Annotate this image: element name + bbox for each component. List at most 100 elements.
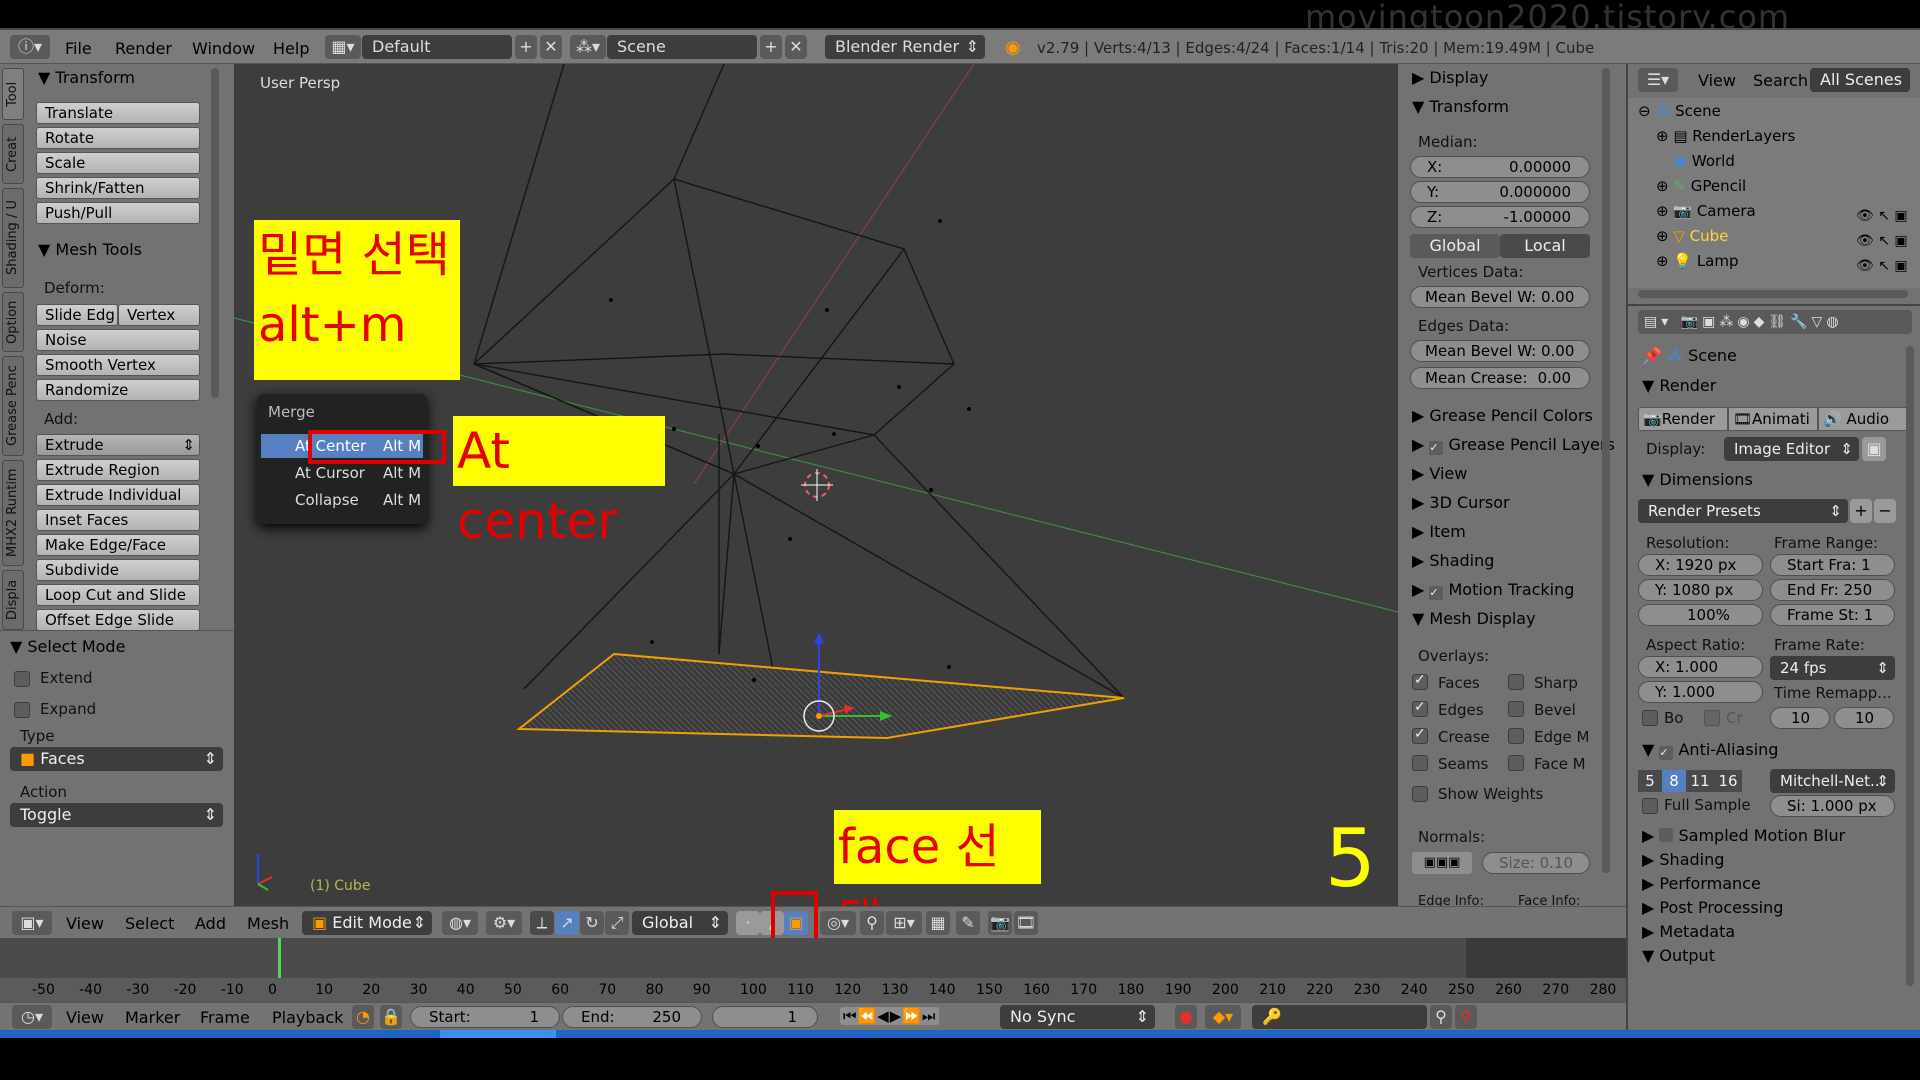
- menu-render[interactable]: Render: [115, 39, 172, 58]
- sharp-checkbox[interactable]: [1508, 674, 1524, 690]
- median-z-field[interactable]: Z: -1.00000: [1410, 206, 1590, 228]
- filter-size-field[interactable]: Si: 1.000 px: [1770, 795, 1895, 817]
- tab-tool[interactable]: Tool: [2, 68, 24, 120]
- border-checkbox[interactable]: [1642, 710, 1658, 726]
- add-preset-icon[interactable]: +: [1850, 499, 1872, 523]
- aa-samples-16[interactable]: 16: [1714, 770, 1742, 792]
- shrink-fatten-button[interactable]: Shrink/Fatten: [36, 177, 200, 199]
- outliner-item-renderlayers[interactable]: ⊕ ▤ RenderLayers: [1656, 127, 1795, 145]
- current-frame-line[interactable]: [278, 938, 281, 978]
- sync-select[interactable]: No Sync ⇕: [1000, 1005, 1155, 1029]
- action-select[interactable]: Toggle ⇕: [10, 803, 223, 827]
- aspect-x-field[interactable]: X: 1.000: [1638, 656, 1763, 678]
- viewport-menu-view[interactable]: View: [66, 914, 104, 933]
- render-panel-header[interactable]: ▼ Render: [1642, 376, 1716, 395]
- mean-bevel-edge-field[interactable]: Mean Bevel W: 0.00: [1410, 340, 1590, 362]
- merge-at-cursor-item[interactable]: At Cursor Alt M: [261, 461, 423, 485]
- editor-type-button[interactable]: ⓘ▾: [10, 35, 50, 59]
- end-frame-field[interactable]: End: 250: [562, 1006, 702, 1028]
- tab-options[interactable]: Option: [2, 292, 24, 352]
- mode-select[interactable]: ▣ Edit Mode ⇕: [302, 911, 432, 935]
- visibility-icons[interactable]: 👁 ↖ ▣ 👁 ↖ ▣ 👁 ↖ ▣: [1856, 204, 1908, 279]
- scale-manipulator-icon[interactable]: ⤢: [605, 911, 629, 935]
- display-lock-icon[interactable]: ▣: [1862, 437, 1886, 461]
- delete-keyframe-icon[interactable]: ⚲: [1455, 1005, 1477, 1029]
- outliner-menu-view[interactable]: View: [1698, 71, 1736, 90]
- offset-edge-slide-button[interactable]: Offset Edge Slide: [36, 609, 200, 631]
- outliner-item-scene[interactable]: ⊖ ⁂ Scene: [1638, 102, 1721, 120]
- smooth-vertex-button[interactable]: Smooth Vertex: [36, 354, 200, 376]
- motion-tracking-header[interactable]: ▶ ✓ Motion Tracking: [1412, 580, 1574, 600]
- median-x-field[interactable]: X: 0.00000: [1410, 156, 1590, 178]
- extend-checkbox[interactable]: [14, 671, 30, 687]
- local-toggle[interactable]: Local: [1500, 234, 1590, 258]
- transform-n-header[interactable]: ▼ Transform: [1412, 97, 1509, 116]
- aa-samples-5[interactable]: 5: [1638, 770, 1662, 792]
- timeline-editor-type-button[interactable]: ◷▾: [12, 1005, 52, 1029]
- timeline-menu-marker[interactable]: Marker: [125, 1008, 180, 1027]
- orientation-select[interactable]: Global ⇕: [632, 911, 728, 935]
- timeline[interactable]: -50 -40 -30 -20 -10 0 10 20 30 40 50 60 70 80 90 100 110…: [0, 938, 1626, 1002]
- mean-crease-field[interactable]: Mean Crease: 0.00: [1410, 367, 1590, 389]
- frame-step-field[interactable]: Frame St: 1: [1770, 604, 1895, 626]
- n-panel-scrollbar[interactable]: [1602, 68, 1610, 873]
- grease-pencil-colors-header[interactable]: ▶ Grease Pencil Colors: [1412, 406, 1593, 425]
- manipulator-toggle-icon[interactable]: ⟂: [530, 911, 554, 935]
- close-scene-icon[interactable]: ✕: [785, 35, 807, 59]
- mesh-display-header[interactable]: ▼ Mesh Display: [1412, 609, 1536, 628]
- aa-samples-8[interactable]: 8: [1662, 770, 1686, 792]
- median-y-field[interactable]: Y: 0.000000: [1410, 181, 1590, 203]
- mean-bevel-vertex-field[interactable]: Mean Bevel W: 0.00: [1410, 286, 1590, 308]
- merge-collapse-item[interactable]: Collapse Alt M: [261, 488, 423, 512]
- transform-panel-header[interactable]: ▼ Transform: [38, 68, 135, 87]
- layout-field[interactable]: Default: [362, 35, 512, 59]
- outliner-item-cube[interactable]: ⊕ ▽ Cube: [1656, 227, 1728, 245]
- faces-checkbox[interactable]: [1412, 672, 1428, 690]
- outliner-scrollbar[interactable]: [1638, 290, 1908, 298]
- render-shading-header[interactable]: ▶ Shading: [1642, 850, 1724, 869]
- motion-tracking-check[interactable]: ✓: [1429, 586, 1444, 600]
- motion-blur-header[interactable]: ▶ Sampled Motion Blur: [1642, 826, 1845, 845]
- preview-range-icon[interactable]: ◔: [352, 1005, 374, 1029]
- output-header[interactable]: ▼ Output: [1642, 946, 1715, 965]
- rotate-manipulator-icon[interactable]: ↻: [580, 911, 604, 935]
- menu-help[interactable]: Help: [273, 39, 309, 58]
- 3d-cursor-header[interactable]: ▶ 3D Cursor: [1412, 493, 1510, 512]
- add-scene-icon[interactable]: +: [760, 35, 782, 59]
- keying-set-field[interactable]: 🔑: [1252, 1005, 1427, 1029]
- make-edge-face-button[interactable]: Make Edge/Face: [36, 534, 200, 556]
- properties-context-tabs[interactable]: ▤▾ 📷▣⁂◉◆⛓🔧▽◍: [1638, 310, 1912, 334]
- record-icon[interactable]: ●: [1175, 1005, 1197, 1029]
- dimensions-header[interactable]: ▼ Dimensions: [1642, 470, 1753, 489]
- expand-checkbox[interactable]: [14, 702, 30, 718]
- start-frame-field[interactable]: Start: 1: [410, 1006, 560, 1028]
- pivot-point-button[interactable]: ⚙▾: [486, 911, 522, 935]
- opengl-render-icon[interactable]: 📷: [988, 911, 1012, 935]
- extrude-select[interactable]: Extrude ⇕: [36, 434, 200, 456]
- view-n-header[interactable]: ▶ View: [1412, 464, 1467, 483]
- properties-scrollbar[interactable]: [1906, 346, 1914, 986]
- slide-edge-button[interactable]: Slide Edg: [36, 304, 118, 326]
- rotate-button[interactable]: Rotate: [36, 127, 200, 149]
- menu-window[interactable]: Window: [192, 39, 255, 58]
- outliner-editor-type-button[interactable]: ☰▾: [1638, 68, 1678, 92]
- display-select[interactable]: Image Editor ⇕: [1724, 437, 1859, 461]
- scene-field[interactable]: Scene: [607, 35, 757, 59]
- performance-header[interactable]: ▶ Performance: [1642, 874, 1761, 893]
- normals-size-field[interactable]: Size: 0.10: [1482, 852, 1590, 874]
- close-layout-icon[interactable]: ✕: [540, 35, 562, 59]
- viewport-menu-add[interactable]: Add: [195, 914, 226, 933]
- tab-display[interactable]: Displa: [2, 570, 24, 630]
- timeline-menu-playback[interactable]: Playback: [272, 1008, 343, 1027]
- outliner-display-mode[interactable]: All Scenes: [1810, 68, 1910, 92]
- push-pull-button[interactable]: Push/Pull: [36, 202, 200, 224]
- display-header[interactable]: ▶ Display: [1412, 68, 1488, 87]
- playback-controls[interactable]: ⏮⏪◀▶⏩⏭: [840, 1007, 940, 1025]
- viewport-editor-type-button[interactable]: ▣▾: [12, 911, 52, 935]
- noise-button[interactable]: Noise: [36, 329, 200, 351]
- remove-preset-icon[interactable]: −: [1874, 499, 1896, 523]
- tab-shading[interactable]: Shading / U: [2, 188, 24, 288]
- outliner-item-gpencil[interactable]: ⊕ ✎ GPencil: [1656, 177, 1746, 195]
- normals-display-icons[interactable]: ▣▣▣: [1412, 852, 1472, 874]
- seams-checkbox[interactable]: [1412, 755, 1428, 771]
